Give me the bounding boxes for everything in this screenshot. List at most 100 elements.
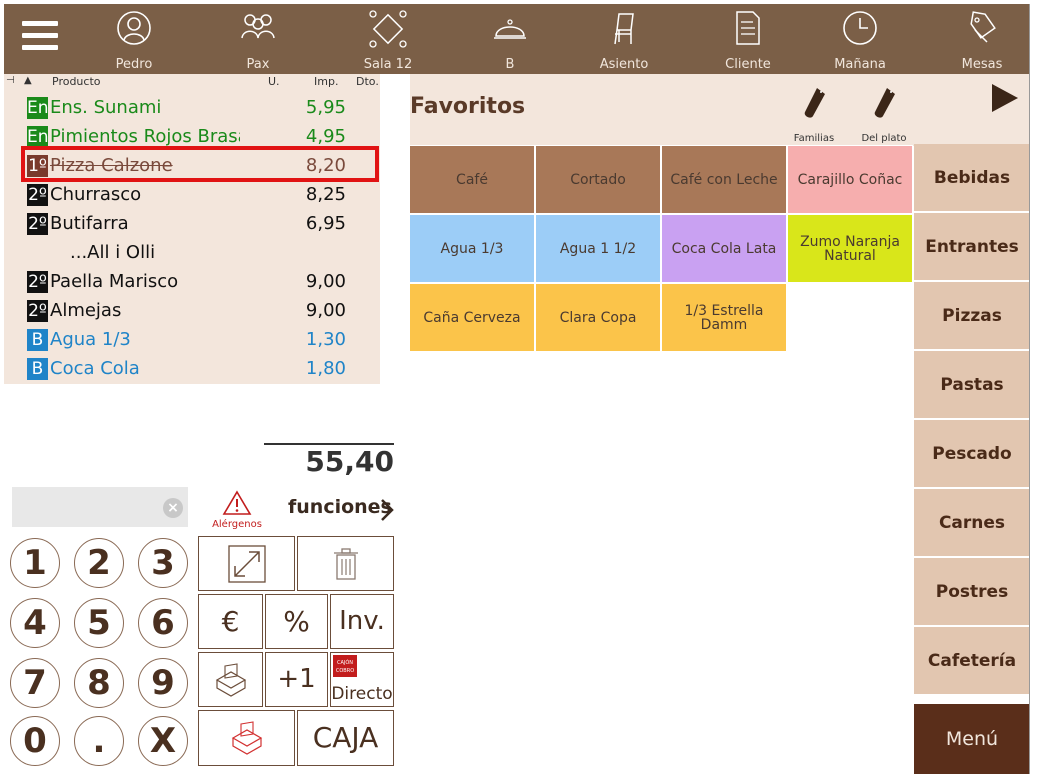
play-arrow-icon[interactable] [992,84,1018,112]
plus-one-button[interactable]: +1 [265,652,328,707]
product-button[interactable]: Agua 1/3 [409,214,535,283]
key-1[interactable]: 1 [10,538,60,588]
room-table-icon [369,10,407,48]
key-3[interactable]: 3 [138,538,188,588]
product-button[interactable]: Caña Cerveza [409,283,535,352]
percent-button[interactable]: % [265,594,328,649]
key-4[interactable]: 4 [10,598,60,648]
course-badge: En [27,126,48,148]
families-label: Familias [793,133,835,144]
client-label: Cliente [725,57,771,72]
course-column-icon: ▲ [24,75,32,86]
hamburger-menu-icon[interactable] [22,21,58,55]
order-list: ⊣ ▲ Producto U. Imp. Dto. En Ens. Sunami… [4,74,380,384]
key-9[interactable]: 9 [138,658,188,708]
key-8[interactable]: 8 [74,658,124,708]
client-button[interactable]: Cliente [708,4,788,74]
favorites-title: Favoritos [410,94,526,119]
warning-triangle-icon [222,490,252,515]
functions-button[interactable]: funciones [288,496,392,518]
allergens-button[interactable]: Alérgenos [209,490,265,530]
favorites-header: Favoritos Familias Del plato [410,74,1030,146]
product-button[interactable]: 1/3 Estrella Damm [661,283,787,352]
order-item-name: Coca Cola [50,358,140,379]
families-button[interactable]: Familias [784,84,844,144]
product-button[interactable]: Café con Leche [661,145,787,214]
menu-button[interactable]: Menú [914,704,1030,774]
category-bebidas[interactable]: Bebidas [914,144,1030,212]
order-row[interactable]: B Agua 1/3 1,30 [4,326,380,355]
product-button[interactable]: Clara Copa [535,283,661,352]
clock-icon [843,11,877,45]
order-item-price: 1,30 [305,329,346,350]
order-item-price: 8,25 [305,184,346,205]
product-column-header: Producto [52,75,101,88]
category-pizzas[interactable]: Pizzas [914,282,1030,350]
by-course-button[interactable]: Del plato [854,84,914,144]
order-item-price: 5,95 [305,97,346,118]
chevron-right-icon[interactable] [380,498,394,522]
euro-button[interactable]: € [198,594,263,649]
order-row-modifier[interactable]: ...All i Olli [4,239,380,268]
order-item-price: 1,80 [305,358,346,379]
seat-button[interactable]: Asiento [584,4,664,74]
print-ticket-button[interactable] [198,652,263,707]
key-5[interactable]: 5 [74,598,124,648]
user-circle-icon [117,11,151,45]
product-button[interactable]: Cortado [535,145,661,214]
category-pescado[interactable]: Pescado [914,420,1030,488]
order-header: ⊣ ▲ Producto U. Imp. Dto. [4,74,380,90]
product-button[interactable]: Carajillo Coñac [787,145,913,214]
by-course-label: Del plato [861,133,907,144]
waiter-button[interactable]: Pedro [94,4,174,74]
category-cafeteria[interactable]: Cafetería [914,627,1030,695]
expand-button[interactable] [198,536,295,591]
invitation-button[interactable]: Inv. [330,594,394,649]
pax-button[interactable]: Pax [218,4,298,74]
service-button[interactable]: B [470,4,550,74]
order-row[interactable]: 2º Paella Marisco 9,00 [4,268,380,297]
key-0[interactable]: 0 [10,716,60,766]
order-row[interactable]: 2º Churrasco 8,25 [4,181,380,210]
category-pastas[interactable]: Pastas [914,351,1030,419]
product-button[interactable]: Zumo Naranja Natural [787,214,913,283]
key-decimal[interactable]: . [74,716,124,766]
tables-button[interactable]: Mesas [942,4,1022,74]
product-button[interactable]: Café [409,145,535,214]
open-drawer-button[interactable] [198,710,295,766]
course-badge: 2º [27,300,48,322]
key-cancel[interactable]: X [138,716,188,766]
chair-icon [614,13,634,45]
order-row[interactable]: 2º Almejas 9,00 [4,297,380,326]
allergens-label: Alérgenos [212,519,262,530]
tables-label: Mesas [961,57,1003,72]
client-document-icon [736,11,760,45]
product-button[interactable]: Agua 1 1/2 [535,214,661,283]
course-badge: 2º [27,213,48,235]
delete-button[interactable] [297,536,394,591]
product-button[interactable]: Coca Cola Lata [661,214,787,283]
order-item-modifier: ...All i Olli [70,242,156,263]
key-7[interactable]: 7 [10,658,60,708]
category-carnes[interactable]: Carnes [914,489,1030,557]
top-bar: Pedro Pax Sala 12 B Asiento Cliente Maña… [4,4,1030,74]
key-2[interactable]: 2 [74,538,124,588]
salt-shaker-icon [804,88,825,118]
time-button[interactable]: Mañana [820,4,900,74]
order-row[interactable]: B Coca Cola 1,80 [4,355,380,384]
room-button[interactable]: Sala 12 [348,4,428,74]
quantity-input-field[interactable]: × [12,487,188,527]
selection-highlight [21,146,379,182]
key-6[interactable]: 6 [138,598,188,648]
cash-register-button[interactable]: CAJA [297,710,394,766]
clear-input-icon[interactable]: × [163,498,183,518]
order-row[interactable]: En Ens. Sunami 5,95 [4,94,380,123]
order-item-price: 9,00 [305,271,346,292]
order-item-name: Butifarra [50,213,129,234]
quantity-input[interactable] [12,487,152,527]
order-row[interactable]: 2º Butifarra 6,95 [4,210,380,239]
category-postres[interactable]: Postres [914,558,1030,626]
direct-pay-button[interactable]: CAJÓN COBRO Directo [330,652,394,707]
category-entrantes[interactable]: Entrantes [914,213,1030,281]
order-item-name: Almejas [50,300,122,321]
